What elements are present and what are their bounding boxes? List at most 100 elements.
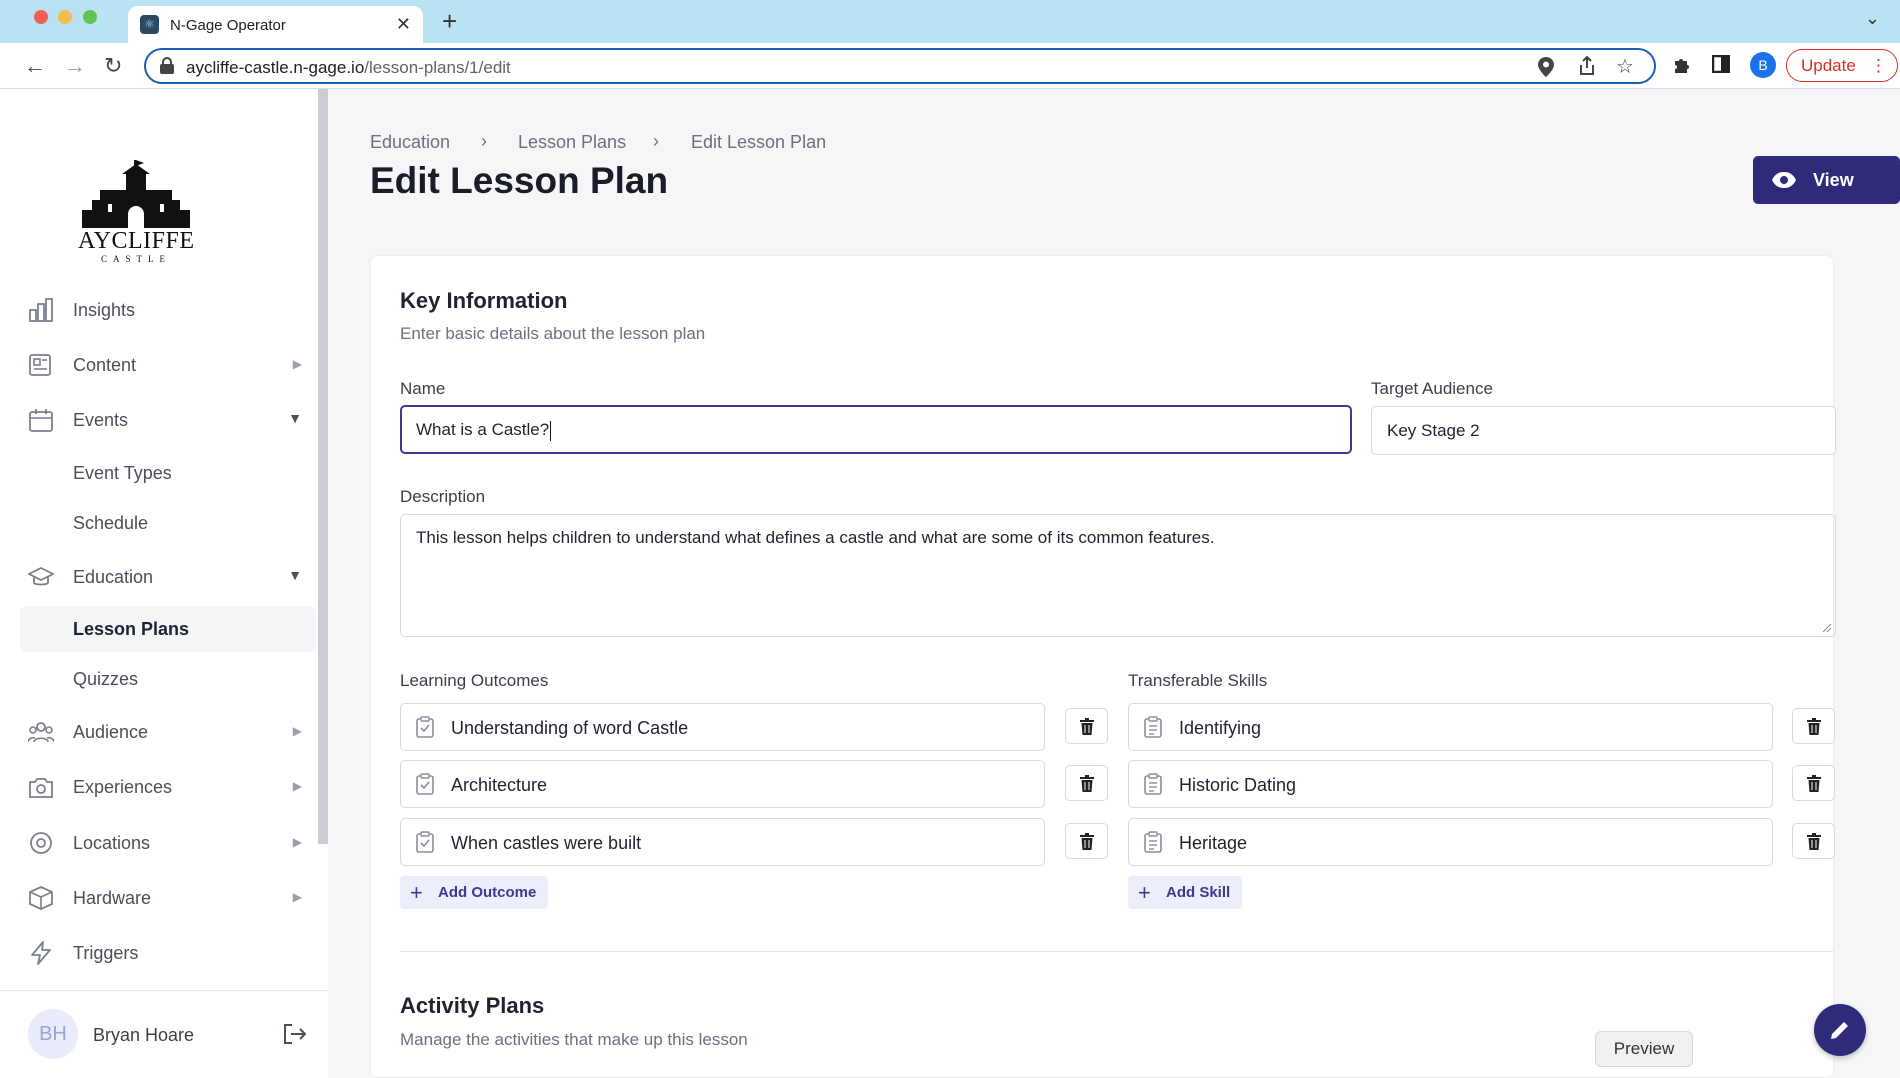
breadcrumb-lesson-plans[interactable]: Lesson Plans: [518, 132, 626, 153]
transferable-skills-label: Transferable Skills: [1128, 671, 1268, 690]
sidebar-scrollbar[interactable]: [318, 89, 328, 844]
sidebar-item-label: Event Types: [73, 463, 172, 483]
breadcrumb-current: Edit Lesson Plan: [691, 132, 827, 152]
chevron-right-icon: ▶: [292, 835, 302, 849]
users-icon: [28, 722, 54, 743]
tab-close-icon[interactable]: ✕: [396, 14, 411, 35]
address-bar[interactable]: aycliffe-castle.n-gage.io/lesson-plans/1…: [144, 48, 1656, 84]
url-path: /lesson-plans/1/edit: [364, 58, 511, 77]
outcome-input[interactable]: When castles were built: [400, 818, 1045, 866]
target-audience-label: Target Audience: [1371, 379, 1493, 398]
cube-icon: [29, 886, 53, 910]
reload-icon[interactable]: ↻: [104, 53, 122, 79]
chevron-right-icon: ▶: [292, 779, 302, 793]
sidebar-item-triggers[interactable]: Triggers: [20, 929, 316, 977]
trash-icon: [1807, 775, 1821, 792]
eye-icon: [1772, 172, 1796, 188]
extensions-puzzle-icon[interactable]: [1672, 55, 1692, 75]
add-outcome-label: Add Outcome: [438, 884, 537, 901]
activity-plans-subtitle: Manage the activities that make up this …: [400, 1030, 748, 1049]
map-pin-icon: [30, 832, 52, 854]
breadcrumb-separator-icon: ›: [653, 131, 659, 151]
clipboard-list-icon: [1144, 831, 1162, 853]
window-close-button[interactable]: [34, 10, 48, 24]
sidebar-item-event-types[interactable]: Event Types: [20, 450, 316, 496]
sidebar-item-locations[interactable]: Locations ▶: [20, 819, 316, 867]
castle-logo-icon: [82, 160, 190, 228]
delete-skill-button[interactable]: [1792, 823, 1835, 859]
skill-input[interactable]: Heritage: [1128, 818, 1773, 866]
sidebar-item-experiences[interactable]: Experiences ▶: [20, 763, 316, 811]
delete-outcome-button[interactable]: [1065, 765, 1108, 801]
avatar[interactable]: BH: [28, 1009, 78, 1059]
browser-tab[interactable]: ⚛ N-Gage Operator ✕: [128, 6, 423, 43]
sidebar-item-label: Schedule: [73, 513, 149, 533]
sidebar-item-label: Triggers: [73, 943, 139, 963]
tab-list-chevron-icon[interactable]: ⌄: [1865, 8, 1880, 29]
logo-subtext: CASTLE: [100, 254, 171, 264]
sidebar-item-education[interactable]: Education ▼: [20, 553, 316, 601]
sidebar-item-lesson-plans[interactable]: Lesson Plans: [20, 606, 316, 652]
location-pin-icon[interactable]: [1538, 57, 1554, 77]
sidebar-item-content[interactable]: Content ▶: [20, 341, 316, 389]
outcome-input[interactable]: Architecture: [400, 760, 1045, 808]
trash-icon: [1080, 775, 1094, 792]
sidebar-item-insights[interactable]: Insights: [20, 286, 316, 334]
target-audience-input[interactable]: Key Stage 2: [1371, 406, 1836, 455]
sidebar-item-events[interactable]: Events ▼: [20, 396, 316, 444]
lesson-plan-form-card: [370, 255, 1834, 1078]
name-label: Name: [400, 379, 446, 398]
share-icon[interactable]: [1578, 56, 1596, 76]
resize-grip-icon[interactable]: [1822, 623, 1832, 633]
delete-outcome-button[interactable]: [1065, 708, 1108, 744]
add-outcome-button[interactable]: + Add Outcome: [400, 876, 549, 909]
trash-icon: [1807, 833, 1821, 850]
trash-icon: [1080, 833, 1094, 850]
outcome-input[interactable]: Understanding of word Castle: [400, 703, 1045, 751]
chevron-right-icon: ▶: [292, 724, 302, 738]
back-arrow-icon[interactable]: ←: [24, 53, 46, 79]
sidebar-item-hardware[interactable]: Hardware ▶: [20, 874, 316, 922]
name-input[interactable]: What is a Castle?: [400, 405, 1352, 454]
sidebar-item-audience[interactable]: Audience ▶: [20, 708, 316, 756]
camera-icon: [29, 778, 53, 798]
section-divider: [400, 951, 1834, 952]
name-input-value: What is a Castle?: [416, 420, 550, 439]
skill-value: Historic Dating: [1179, 775, 1297, 795]
breadcrumb-separator-icon: ›: [481, 131, 487, 151]
delete-skill-button[interactable]: [1792, 708, 1835, 744]
view-button[interactable]: View: [1753, 156, 1900, 204]
window-zoom-button[interactable]: [83, 10, 97, 24]
delete-outcome-button[interactable]: [1065, 823, 1108, 859]
tab-title: N-Gage Operator: [170, 17, 286, 34]
url-host: aycliffe-castle.n-gage.io: [186, 58, 365, 77]
preview-tooltip: Preview: [1595, 1031, 1693, 1067]
sidebar-item-quizzes[interactable]: Quizzes: [20, 656, 316, 702]
description-textarea[interactable]: This lesson helps children to understand…: [400, 514, 1836, 637]
outcome-value: Understanding of word Castle: [451, 718, 689, 738]
breadcrumb-education[interactable]: Education: [370, 132, 450, 153]
logout-icon[interactable]: [282, 1023, 308, 1045]
window-minimize-button[interactable]: [58, 10, 72, 24]
sidebar-item-label: Hardware: [73, 888, 152, 908]
sidebar-item-label: Quizzes: [73, 669, 139, 689]
clipboard-list-icon: [1144, 716, 1162, 738]
delete-skill-button[interactable]: [1792, 765, 1835, 801]
forward-arrow-icon[interactable]: →: [64, 53, 86, 79]
bookmark-star-icon[interactable]: ☆: [1616, 54, 1634, 79]
side-panel-icon[interactable]: [1712, 55, 1730, 73]
atom-favicon-icon: ⚛: [140, 15, 159, 34]
add-skill-button[interactable]: + Add Skill: [1128, 876, 1243, 909]
profile-avatar[interactable]: B: [1750, 52, 1776, 78]
edit-fab-button[interactable]: [1814, 1004, 1866, 1056]
chevron-right-icon: ▶: [292, 890, 302, 904]
text-caret: [550, 420, 552, 441]
sidebar-item-schedule[interactable]: Schedule: [20, 500, 316, 546]
add-skill-label: Add Skill: [1166, 884, 1231, 901]
trash-icon: [1080, 718, 1094, 735]
skill-input[interactable]: Identifying: [1128, 703, 1773, 751]
aycliffe-castle-logo: AYCLIFFE CASTLE: [78, 160, 194, 266]
update-button[interactable]: Update ⋮: [1786, 49, 1898, 82]
new-tab-icon[interactable]: +: [442, 6, 457, 37]
skill-input[interactable]: Historic Dating: [1128, 760, 1773, 808]
